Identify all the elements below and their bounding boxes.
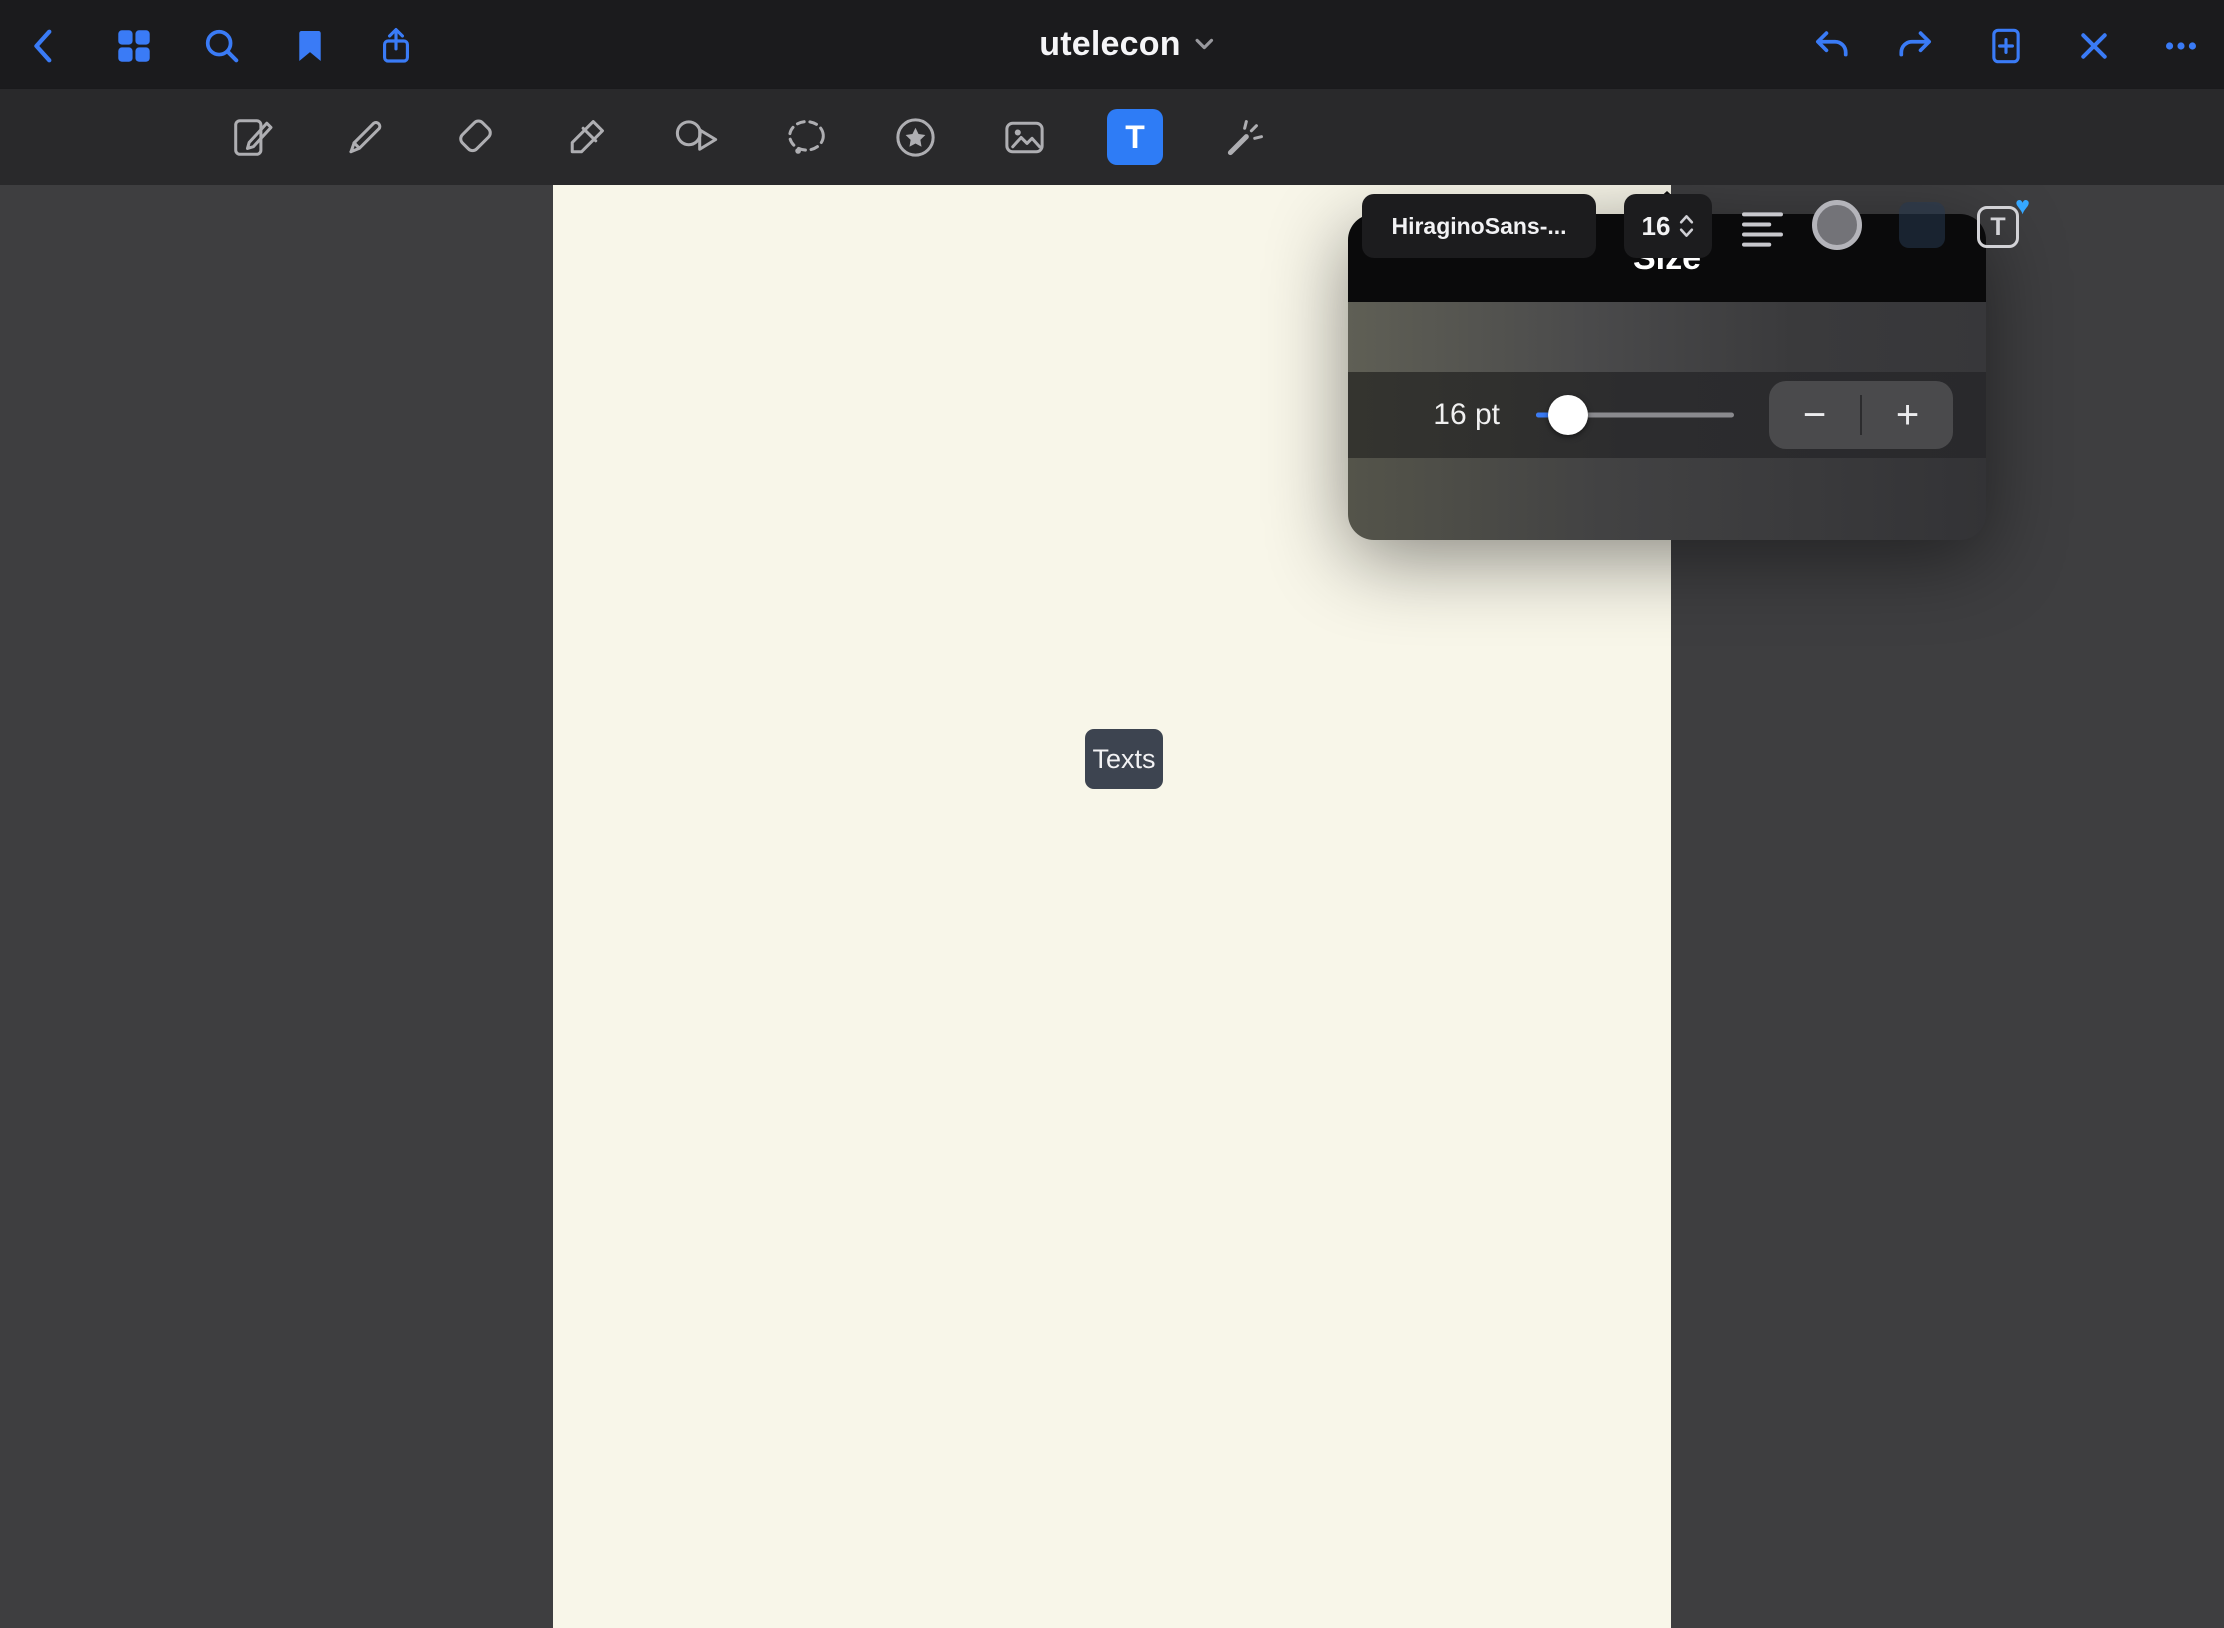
top-bar: utelecon — [0, 0, 2224, 88]
add-page-button[interactable] — [1982, 22, 2030, 70]
popover-band-bottom — [1348, 458, 1986, 540]
search-button[interactable] — [198, 22, 246, 70]
tools-toolbar: T HiraginoSans-... 16 T ♥ — [0, 88, 2224, 185]
edit-mode-tool[interactable] — [224, 109, 280, 165]
bookmark-icon — [290, 26, 330, 66]
undo-button[interactable] — [1806, 22, 1854, 70]
text-align-button[interactable] — [1738, 201, 1786, 257]
lasso-tool[interactable] — [778, 109, 834, 165]
add-page-icon — [1986, 26, 2026, 66]
document-title: utelecon — [1039, 25, 1180, 64]
text-object[interactable]: Texts — [1085, 729, 1163, 789]
size-stepper: − + — [1769, 381, 1953, 449]
text-tool-icon: T — [1125, 119, 1145, 156]
font-size-label: 16 — [1642, 211, 1671, 242]
text-style-favorite-button[interactable]: T ♥ — [1973, 198, 2027, 252]
size-increase-button[interactable]: + — [1862, 381, 1953, 449]
eraser-icon — [452, 114, 499, 161]
eraser-tool[interactable] — [447, 109, 503, 165]
size-slider-row: 16 pt − + — [1348, 372, 1986, 458]
size-value-label: 16 pt — [1408, 398, 1500, 432]
size-decrease-button[interactable]: − — [1769, 381, 1860, 449]
search-icon — [202, 26, 242, 66]
canvas-area: Texts Size 16 pt − + — [0, 185, 2224, 1628]
share-icon — [376, 26, 416, 66]
more-button[interactable] — [2157, 22, 2205, 70]
undo-icon — [1810, 26, 1850, 66]
align-left-icon — [1739, 206, 1786, 253]
document-title-button[interactable]: utelecon — [1039, 0, 1216, 88]
photo-tool[interactable] — [996, 109, 1052, 165]
font-name-label: HiraginoSans-... — [1391, 213, 1566, 240]
close-button[interactable] — [2070, 22, 2118, 70]
popover-box: Size 16 pt − + — [1348, 214, 1986, 540]
laser-pointer-tool[interactable] — [1217, 109, 1273, 165]
up-down-chevrons-icon — [1679, 212, 1694, 240]
page-edit-icon — [229, 114, 276, 161]
redo-icon — [1897, 26, 1937, 66]
shapes-tool[interactable] — [667, 109, 723, 165]
grid-icon — [114, 26, 154, 66]
highlighter-icon — [563, 114, 610, 161]
heart-icon: ♥ — [2015, 194, 2030, 219]
font-name-button[interactable]: HiraginoSans-... — [1362, 194, 1596, 258]
pen-icon — [341, 114, 388, 161]
photo-icon — [1001, 114, 1048, 161]
sticker-star-icon — [892, 114, 939, 161]
redo-button[interactable] — [1893, 22, 1941, 70]
size-slider[interactable] — [1536, 395, 1734, 435]
chevron-down-icon — [1193, 33, 1217, 55]
highlighter-tool[interactable] — [558, 109, 614, 165]
text-color-button[interactable] — [1812, 200, 1862, 250]
text-background-swatch[interactable] — [1899, 202, 1945, 248]
pen-tool[interactable] — [336, 109, 392, 165]
back-chevron-icon — [25, 26, 65, 66]
text-tool[interactable]: T — [1107, 109, 1163, 165]
favorite-text-icon: T — [1977, 206, 2019, 248]
ellipsis-icon — [2161, 26, 2201, 66]
back-button[interactable] — [21, 22, 69, 70]
elements-tool[interactable] — [887, 109, 943, 165]
bookmark-button[interactable] — [286, 22, 334, 70]
lasso-icon — [783, 114, 830, 161]
close-icon — [2074, 26, 2114, 66]
font-size-button[interactable]: 16 — [1624, 194, 1712, 258]
laser-pointer-icon — [1222, 114, 1269, 161]
popover-band-top — [1348, 302, 1986, 372]
shapes-icon — [672, 114, 719, 161]
thumbnails-button[interactable] — [110, 22, 158, 70]
share-button[interactable] — [372, 22, 420, 70]
slider-knob[interactable] — [1548, 395, 1588, 435]
